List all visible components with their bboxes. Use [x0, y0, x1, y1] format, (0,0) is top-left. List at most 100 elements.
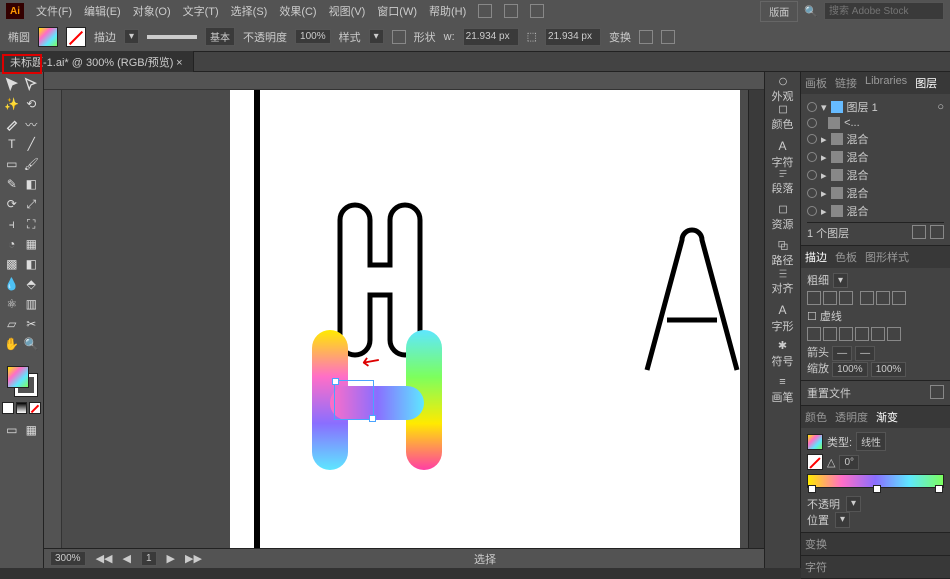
gradient-stop[interactable] [873, 485, 881, 493]
zoom-tool[interactable]: 🔍 [22, 334, 42, 354]
menu-type[interactable]: 文字(T) [183, 3, 219, 19]
artboard-nav-num[interactable]: 1 [141, 551, 157, 566]
visibility-icon[interactable] [807, 170, 817, 180]
mesh-tool[interactable]: ▩ [2, 254, 22, 274]
lasso-tool[interactable]: ⟲ [22, 94, 42, 114]
artboard-nav-fwd[interactable]: ▶ [167, 552, 175, 565]
menu-icon-2[interactable] [504, 4, 518, 18]
link-wh-icon[interactable]: ⬚ [527, 30, 537, 43]
menu-select[interactable]: 选择(S) [231, 3, 268, 19]
strip-asset[interactable]: 资源 [765, 204, 800, 232]
scrollbar-vertical[interactable] [748, 90, 764, 548]
stroke-weight-input[interactable]: ▾ [833, 273, 848, 288]
join-round[interactable] [876, 291, 890, 305]
strip-align[interactable]: 对齐 [765, 268, 800, 296]
new-layer-icon[interactable] [912, 225, 926, 239]
tab-artboards[interactable]: 画板 [805, 75, 827, 91]
brush-preview[interactable] [147, 35, 197, 39]
strip-character[interactable]: A字符 [765, 140, 800, 168]
gradient-slider[interactable] [807, 474, 944, 488]
slice-tool[interactable]: ✂ [22, 314, 42, 334]
document-tab[interactable]: 未标题-1.ai* @ 300% (RGB/预览) × [0, 51, 194, 73]
direct-selection-tool[interactable] [22, 74, 42, 94]
layout-dropdown[interactable]: 版面 [760, 1, 798, 22]
gradient-stroke-sw[interactable] [807, 454, 823, 470]
opacity-value[interactable]: 100% [295, 29, 331, 44]
strip-paragraph[interactable]: 段落 [765, 168, 800, 196]
menu-file[interactable]: 文件(F) [36, 3, 72, 19]
pen-tool[interactable] [2, 114, 22, 134]
extra-1[interactable] [639, 30, 653, 44]
extra-2[interactable] [661, 30, 675, 44]
layer-row[interactable]: <... [807, 116, 944, 130]
layer-row[interactable]: ▾图层 1○ [807, 98, 944, 116]
cap-butt[interactable] [807, 291, 821, 305]
align-icon[interactable] [392, 30, 406, 44]
stroke-weight-dd[interactable]: ▾ [124, 29, 139, 44]
tab-graphic-styles[interactable]: 图形样式 [865, 249, 909, 265]
perspective-tool[interactable]: ▦ [22, 234, 42, 254]
dashed-label[interactable]: 虚线 [820, 311, 842, 323]
ruler-vertical[interactable] [44, 90, 62, 548]
style-dd[interactable]: ▾ [369, 29, 384, 44]
cap-round[interactable] [823, 291, 837, 305]
width-tool[interactable]: ⫞ [2, 214, 22, 234]
join-bevel[interactable] [892, 291, 906, 305]
tab-gradient[interactable]: 渐变 [876, 409, 898, 425]
tab-stroke[interactable]: 描边 [805, 249, 827, 265]
visibility-icon[interactable] [807, 118, 817, 128]
visibility-icon[interactable] [807, 206, 817, 216]
artboard-tool[interactable]: ▱ [2, 314, 22, 334]
gradient-stop[interactable] [808, 485, 816, 493]
rectangle-tool[interactable]: ▭ [2, 154, 22, 174]
shaper-tool[interactable]: ✎ [2, 174, 22, 194]
tab-links[interactable]: 链接 [835, 75, 857, 91]
visibility-icon[interactable] [807, 152, 817, 162]
screen-mode-normal[interactable]: ▭ [2, 420, 22, 440]
shape-builder-tool[interactable]: ◔ [2, 234, 22, 254]
cap-square[interactable] [839, 291, 853, 305]
screen-mode-full[interactable]: ▦ [22, 420, 42, 440]
rotate-tool[interactable]: ⟳ [2, 194, 22, 214]
layer-row[interactable]: ▸混合 [807, 202, 944, 220]
strip-pathfinder[interactable]: 路径 [765, 240, 800, 268]
zoom-level[interactable]: 300% [50, 551, 86, 566]
artboard-nav-back[interactable]: ◀ [123, 552, 131, 565]
tab-swatches[interactable]: 色板 [835, 249, 857, 265]
free-transform-tool[interactable]: ⛶ [22, 214, 42, 234]
menu-help[interactable]: 帮助(H) [429, 3, 466, 19]
strip-appearance[interactable]: 外观 [765, 76, 800, 104]
arrow-start[interactable]: — [832, 346, 852, 361]
type-tool[interactable]: T [2, 134, 22, 154]
join-miter[interactable] [860, 291, 874, 305]
delete-layer-icon[interactable] [930, 225, 944, 239]
artboard-nav-prev[interactable]: ◀◀ [96, 552, 113, 565]
gradient-preview[interactable] [807, 434, 823, 450]
eraser-tool[interactable]: ◧ [22, 174, 42, 194]
menu-window[interactable]: 窗口(W) [377, 3, 417, 19]
tab-transform[interactable]: 变换 [805, 536, 827, 552]
height-input[interactable] [545, 28, 601, 46]
strip-glyphs[interactable]: A字形 [765, 304, 800, 332]
scale-tool[interactable]: ⤢ [22, 194, 42, 214]
line-tool[interactable]: ╱ [22, 134, 42, 154]
color-mode-none[interactable] [29, 402, 41, 414]
selection-bounding-box[interactable] [334, 380, 374, 420]
hand-tool[interactable]: ✋ [2, 334, 22, 354]
curvature-tool[interactable]: 〰 [22, 114, 42, 134]
eyedropper-tool[interactable]: 💧 [2, 274, 22, 294]
close-tab-icon[interactable]: × [176, 57, 182, 69]
reset-files[interactable]: 重置文件 [807, 385, 851, 401]
panel-menu-icon[interactable] [930, 385, 944, 399]
width-input[interactable] [463, 28, 519, 46]
menu-edit[interactable]: 编辑(E) [84, 3, 121, 19]
gradient-type-dd[interactable]: 线性 [856, 432, 886, 451]
brush-profile[interactable]: 基本 [205, 27, 235, 46]
arrow-end[interactable]: — [855, 346, 875, 361]
artboard-nav-last[interactable]: ▶▶ [185, 552, 202, 565]
fill-stroke-indicator[interactable] [7, 366, 37, 396]
stroke-swatch[interactable] [66, 27, 86, 47]
menu-view[interactable]: 视图(V) [329, 3, 366, 19]
search-icon[interactable]: 🔍 [804, 5, 818, 18]
layer-row[interactable]: ▸混合 [807, 184, 944, 202]
